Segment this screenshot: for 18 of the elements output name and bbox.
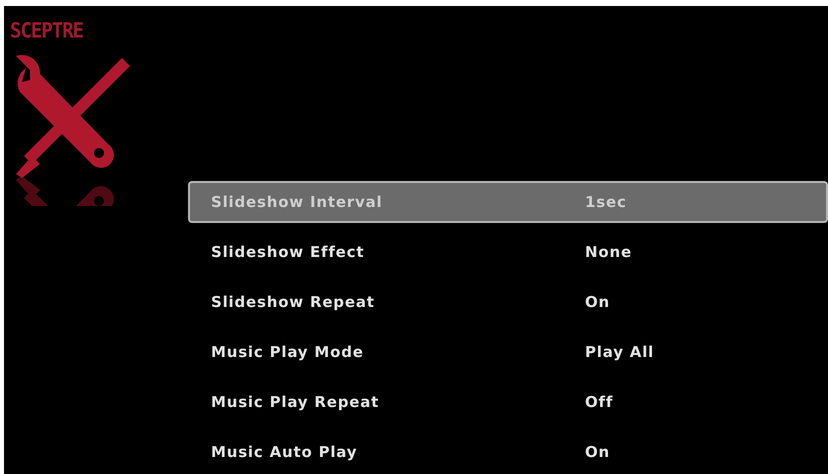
setting-value: On [585,443,610,461]
setting-value: None [585,243,632,261]
settings-menu-item[interactable]: Slideshow Repeat On [188,281,828,323]
setting-value: 1sec [585,193,627,211]
setting-label: Music Play Repeat [211,393,380,411]
settings-menu-item[interactable]: Music Auto Play On [188,431,828,473]
setting-value: Off [585,393,614,411]
setting-label: Slideshow Repeat [211,293,376,311]
settings-menu-item[interactable]: Music Play Repeat Off [188,381,828,423]
setting-label: Music Play Mode [211,343,365,361]
brand-logo: SCEPTRE [10,18,84,44]
setting-value: On [585,293,610,311]
settings-menu-item[interactable]: Slideshow Effect None [188,231,828,273]
setting-label: Slideshow Effect [211,243,366,261]
settings-menu-item[interactable]: Music Play Mode Play All [188,331,828,373]
setting-label: Music Auto Play [211,443,358,461]
setting-label: Slideshow Interval [211,193,384,211]
setting-value: Play All [585,343,654,361]
